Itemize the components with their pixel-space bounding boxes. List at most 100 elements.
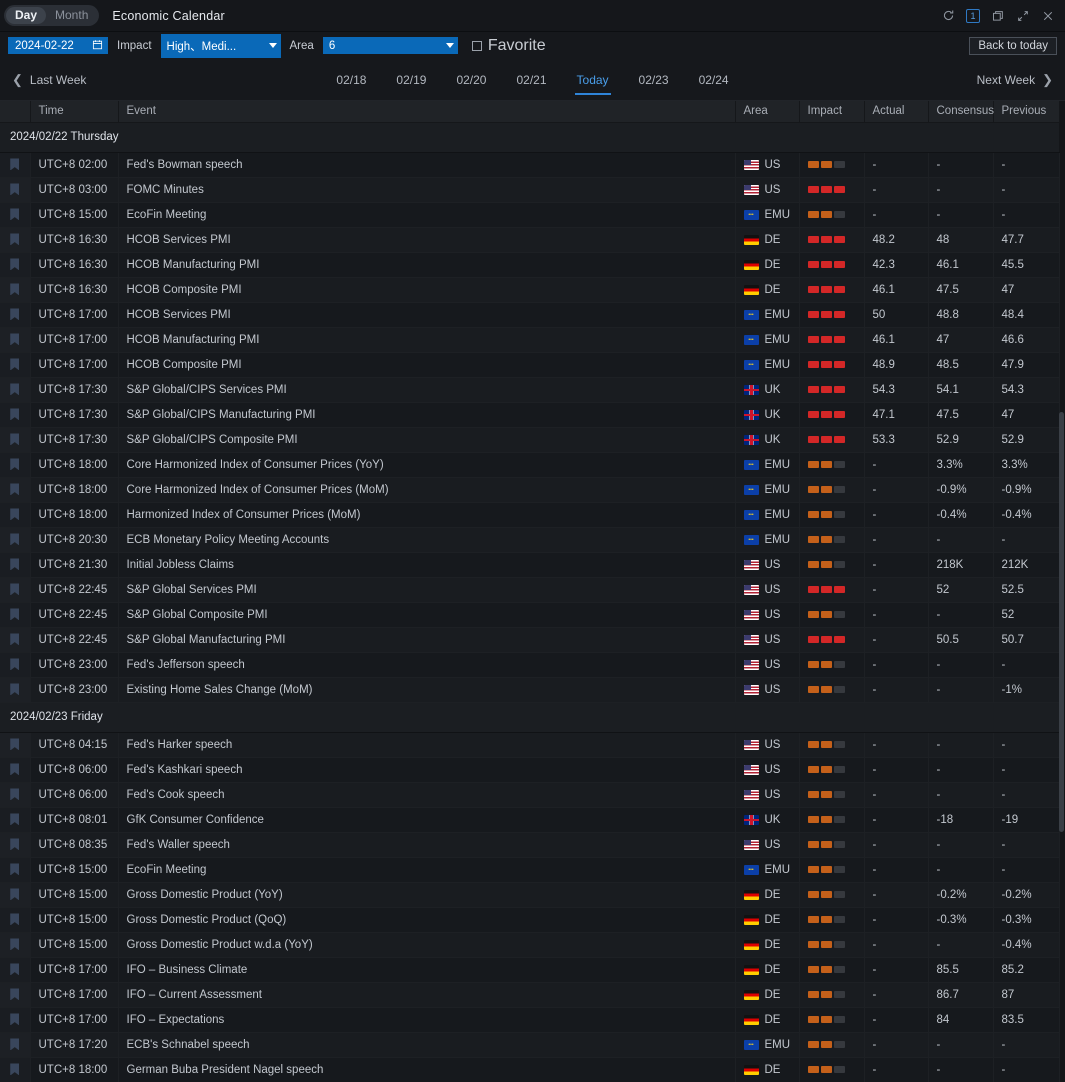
table-row[interactable]: UTC+8 08:01GfK Consumer ConfidenceUK--18… <box>0 807 1059 832</box>
bookmark-cell[interactable] <box>0 932 30 957</box>
bookmark-cell[interactable] <box>0 652 30 677</box>
column-header-area[interactable]: Area <box>735 101 799 122</box>
bookmark-cell[interactable] <box>0 907 30 932</box>
week-day-tab[interactable]: 02/23 <box>637 59 671 101</box>
bookmark-icon[interactable] <box>10 283 19 295</box>
bookmark-cell[interactable] <box>0 627 30 652</box>
scrollbar-thumb[interactable] <box>1059 412 1064 832</box>
table-row[interactable]: UTC+8 16:30HCOB Manufacturing PMIDE42.34… <box>0 252 1059 277</box>
bookmark-icon[interactable] <box>10 788 19 800</box>
restore-icon[interactable] <box>990 8 1005 23</box>
bookmark-cell[interactable] <box>0 177 30 202</box>
area-filter-dropdown[interactable]: 6 <box>323 37 458 54</box>
bookmark-cell[interactable] <box>0 152 30 177</box>
bookmark-cell[interactable] <box>0 377 30 402</box>
date-picker[interactable]: 2024-02-22 <box>8 37 108 54</box>
column-header-actual[interactable]: Actual <box>864 101 928 122</box>
table-row[interactable]: UTC+8 16:30HCOB Composite PMIDE46.147.54… <box>0 277 1059 302</box>
table-row[interactable]: UTC+8 17:20ECB's Schnabel speechEMU--- <box>0 1032 1059 1057</box>
bookmark-icon[interactable] <box>10 763 19 775</box>
bookmark-cell[interactable] <box>0 782 30 807</box>
table-row[interactable]: UTC+8 20:30ECB Monetary Policy Meeting A… <box>0 527 1059 552</box>
bookmark-cell[interactable] <box>0 552 30 577</box>
bookmark-icon[interactable] <box>10 183 19 195</box>
view-mode-month[interactable]: Month <box>46 7 97 24</box>
bookmark-icon[interactable] <box>10 433 19 445</box>
favorite-checkbox[interactable] <box>472 41 482 51</box>
table-row[interactable]: UTC+8 02:00Fed's Bowman speechUS--- <box>0 152 1059 177</box>
bookmark-icon[interactable] <box>10 233 19 245</box>
view-mode-day[interactable]: Day <box>6 7 46 24</box>
table-row[interactable]: UTC+8 22:45S&P Global Services PMIUS-525… <box>0 577 1059 602</box>
table-row[interactable]: UTC+8 03:00FOMC MinutesUS--- <box>0 177 1059 202</box>
bookmark-cell[interactable] <box>0 402 30 427</box>
bookmark-cell[interactable] <box>0 882 30 907</box>
window-count-badge[interactable]: 1 <box>966 9 980 23</box>
bookmark-icon[interactable] <box>10 208 19 220</box>
bookmark-cell[interactable] <box>0 757 30 782</box>
bookmark-cell[interactable] <box>0 527 30 552</box>
week-day-tab[interactable]: 02/21 <box>514 59 548 101</box>
bookmark-cell[interactable] <box>0 252 30 277</box>
bookmark-icon[interactable] <box>10 533 19 545</box>
bookmark-icon[interactable] <box>10 408 19 420</box>
bookmark-icon[interactable] <box>10 888 19 900</box>
bookmark-icon[interactable] <box>10 963 19 975</box>
bookmark-cell[interactable] <box>0 832 30 857</box>
bookmark-cell[interactable] <box>0 477 30 502</box>
bookmark-cell[interactable] <box>0 957 30 982</box>
week-day-tab[interactable]: 02/19 <box>394 59 428 101</box>
close-icon[interactable] <box>1040 8 1055 23</box>
table-row[interactable]: UTC+8 18:00Core Harmonized Index of Cons… <box>0 452 1059 477</box>
bookmark-cell[interactable] <box>0 732 30 757</box>
table-row[interactable]: UTC+8 16:30HCOB Services PMIDE48.24847.7 <box>0 227 1059 252</box>
table-row[interactable]: UTC+8 22:45S&P Global Composite PMIUS--5… <box>0 602 1059 627</box>
bookmark-cell[interactable] <box>0 352 30 377</box>
bookmark-icon[interactable] <box>10 738 19 750</box>
refresh-icon[interactable] <box>941 8 956 23</box>
bookmark-cell[interactable] <box>0 277 30 302</box>
expand-icon[interactable] <box>1015 8 1030 23</box>
column-header-event[interactable]: Event <box>118 101 735 122</box>
bookmark-cell[interactable] <box>0 427 30 452</box>
week-day-tab[interactable]: 02/18 <box>334 59 368 101</box>
bookmark-cell[interactable] <box>0 677 30 702</box>
bookmark-icon[interactable] <box>10 483 19 495</box>
favorite-filter[interactable]: Favorite <box>472 37 546 55</box>
table-row[interactable]: UTC+8 17:30S&P Global/CIPS Manufacturing… <box>0 402 1059 427</box>
table-row[interactable]: UTC+8 15:00Gross Domestic Product w.d.a … <box>0 932 1059 957</box>
table-row[interactable]: UTC+8 15:00EcoFin MeetingEMU--- <box>0 202 1059 227</box>
bookmark-icon[interactable] <box>10 508 19 520</box>
bookmark-icon[interactable] <box>10 608 19 620</box>
column-header-time[interactable]: Time <box>30 101 118 122</box>
table-row[interactable]: UTC+8 04:15Fed's Harker speechUS--- <box>0 732 1059 757</box>
bookmark-icon[interactable] <box>10 988 19 1000</box>
bookmark-icon[interactable] <box>10 938 19 950</box>
column-header-impact[interactable]: Impact <box>799 101 864 122</box>
table-row[interactable]: UTC+8 06:00Fed's Cook speechUS--- <box>0 782 1059 807</box>
bookmark-cell[interactable] <box>0 857 30 882</box>
bookmark-icon[interactable] <box>10 863 19 875</box>
bookmark-icon[interactable] <box>10 813 19 825</box>
table-row[interactable]: UTC+8 23:00Existing Home Sales Change (M… <box>0 677 1059 702</box>
bookmark-icon[interactable] <box>10 558 19 570</box>
bookmark-cell[interactable] <box>0 302 30 327</box>
bookmark-icon[interactable] <box>10 258 19 270</box>
bookmark-icon[interactable] <box>10 913 19 925</box>
table-row[interactable]: UTC+8 08:35Fed's Waller speechUS--- <box>0 832 1059 857</box>
bookmark-icon[interactable] <box>10 583 19 595</box>
bookmark-cell[interactable] <box>0 602 30 627</box>
table-row[interactable]: UTC+8 15:00Gross Domestic Product (QoQ)D… <box>0 907 1059 932</box>
table-row[interactable]: UTC+8 17:00IFO – Business ClimateDE-85.5… <box>0 957 1059 982</box>
bookmark-icon[interactable] <box>10 838 19 850</box>
bookmark-icon[interactable] <box>10 633 19 645</box>
bookmark-icon[interactable] <box>10 1013 19 1025</box>
bookmark-cell[interactable] <box>0 982 30 1007</box>
bookmark-icon[interactable] <box>10 1063 19 1075</box>
bookmark-icon[interactable] <box>10 308 19 320</box>
bookmark-cell[interactable] <box>0 202 30 227</box>
table-row[interactable]: UTC+8 17:00IFO – ExpectationsDE-8483.5 <box>0 1007 1059 1032</box>
bookmark-icon[interactable] <box>10 1038 19 1050</box>
bookmark-icon[interactable] <box>10 458 19 470</box>
bookmark-cell[interactable] <box>0 577 30 602</box>
